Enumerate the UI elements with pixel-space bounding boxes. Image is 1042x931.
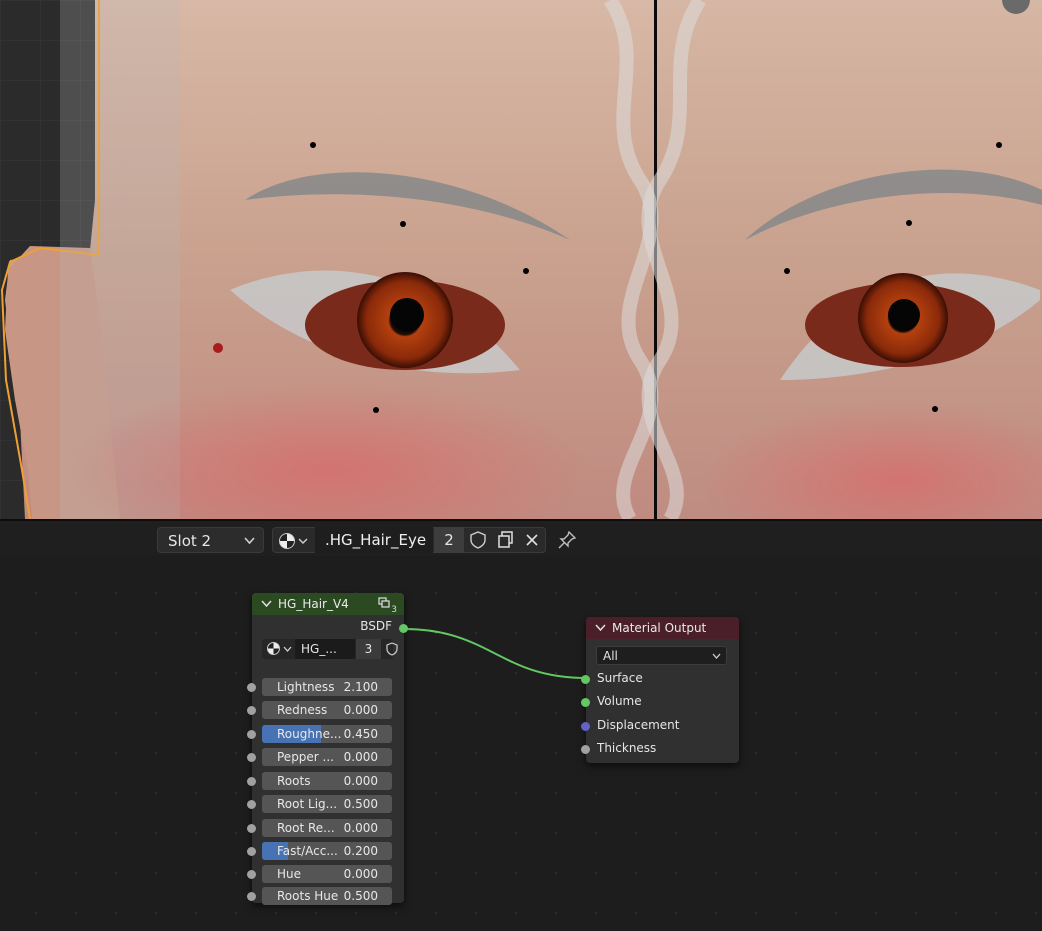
material-user-count[interactable]: 2 — [434, 527, 464, 553]
input-field[interactable]: Root Lig... 0.500 — [262, 795, 392, 813]
shield-icon[interactable] — [382, 639, 402, 659]
input-label: Thickness — [597, 741, 657, 755]
node-editor-header: Slot 2 .HG_Hair_Eye 2 — [0, 521, 1042, 556]
node-group-users: 3 — [391, 605, 397, 615]
node-title: Material Output — [612, 621, 707, 635]
input-socket[interactable] — [247, 824, 256, 833]
input-label: Displacement — [597, 718, 680, 732]
input-socket[interactable] — [581, 698, 590, 707]
input-field[interactable]: Redness 0.000 — [262, 701, 392, 719]
input-socket[interactable] — [581, 675, 590, 684]
input-socket[interactable] — [247, 847, 256, 856]
input-label: Fast/Acc... — [277, 844, 338, 858]
material-name-field[interactable]: .HG_Hair_Eye — [315, 527, 433, 553]
shield-icon[interactable] — [465, 527, 491, 553]
input-field[interactable]: Root Re... 0.000 — [262, 819, 392, 837]
input-field[interactable]: Fast/Acc... 0.200 — [262, 842, 392, 860]
input-socket[interactable] — [247, 753, 256, 762]
close-icon[interactable] — [519, 527, 545, 553]
pin-icon[interactable] — [556, 529, 578, 551]
node-title: HG_Hair_V4 — [278, 597, 349, 611]
input-label: Root Lig... — [277, 797, 338, 811]
input-label: Volume — [597, 694, 642, 708]
node-link-bsdf-surface[interactable] — [403, 628, 587, 679]
node-header[interactable]: Material Output — [586, 617, 739, 639]
input-socket[interactable] — [247, 683, 256, 692]
node-editor-canvas[interactable]: HG_Hair_V4 3 BSDF HG_... 3 Lightness 2.10… — [0, 556, 1042, 931]
chevron-down-icon[interactable] — [283, 640, 292, 661]
input-value: 2.100 — [343, 680, 378, 694]
chevron-down-icon — [712, 647, 721, 673]
node-header[interactable]: HG_Hair_V4 3 — [252, 593, 404, 615]
input-label: Pepper ... — [277, 750, 334, 764]
input-field[interactable]: Roots 0.000 — [262, 772, 392, 790]
input-label: Roots — [277, 774, 311, 788]
node-group-icon[interactable]: 3 — [378, 595, 399, 617]
input-value: 0.000 — [343, 821, 378, 835]
material-slot-dropdown[interactable]: Slot 2 — [157, 527, 264, 553]
chevron-down-icon[interactable] — [595, 617, 606, 647]
node-group-selector: HG_... 3 — [262, 639, 398, 661]
output-target-value: All — [603, 649, 618, 663]
input-value: 0.000 — [343, 750, 378, 764]
input-field[interactable]: Pepper ... 0.000 — [262, 748, 392, 766]
output-label-bsdf: BSDF — [360, 619, 392, 633]
3d-viewport[interactable] — [0, 0, 1042, 519]
input-socket[interactable] — [581, 745, 590, 754]
output-target-dropdown[interactable]: All — [596, 646, 727, 665]
output-socket-bsdf[interactable] — [399, 624, 408, 633]
node-link-layer — [403, 628, 587, 679]
material-selector: .HG_Hair_Eye 2 — [272, 527, 546, 553]
input-socket[interactable] — [247, 730, 256, 739]
chevron-down-icon[interactable] — [261, 593, 272, 623]
input-field[interactable]: Hue 0.000 — [262, 865, 392, 883]
material-sphere-icon[interactable] — [267, 642, 280, 655]
input-label: Root Re... — [277, 821, 335, 835]
input-socket[interactable] — [581, 722, 590, 731]
input-socket[interactable] — [247, 800, 256, 809]
input-label: Lightness — [277, 680, 335, 694]
input-field[interactable]: Roughne... 0.450 — [262, 725, 392, 743]
input-label: Redness — [277, 703, 328, 717]
input-label: Surface — [597, 671, 643, 685]
duplicate-icon[interactable] — [492, 527, 518, 553]
node-group-user-count[interactable]: 3 — [356, 639, 381, 659]
input-field[interactable]: Lightness 2.100 — [262, 678, 392, 696]
input-field[interactable]: Roots Hue 0.500 — [262, 887, 392, 905]
input-label: Roots Hue — [277, 889, 339, 903]
node-group-name-field[interactable]: HG_... — [295, 639, 355, 659]
hair-group-node[interactable]: HG_Hair_V4 3 BSDF HG_... 3 Lightness 2.10… — [247, 593, 408, 905]
input-value: 0.500 — [343, 797, 378, 811]
input-socket[interactable] — [247, 777, 256, 786]
input-value: 0.000 — [343, 774, 378, 788]
input-value: 0.000 — [343, 867, 378, 881]
input-value: 0.500 — [343, 889, 378, 903]
viewport-render — [0, 0, 1042, 519]
input-label: Roughne... — [277, 727, 342, 741]
material-output-node[interactable]: Material Output All Surface Volume Displac… — [581, 617, 739, 763]
input-value: 0.450 — [343, 727, 378, 741]
input-socket[interactable] — [247, 870, 256, 879]
input-label: Hue — [277, 867, 302, 881]
material-sphere-icon[interactable] — [279, 533, 295, 549]
input-value: 0.000 — [343, 703, 378, 717]
material-slot-label: Slot 2 — [168, 532, 212, 550]
input-socket[interactable] — [247, 892, 256, 901]
input-socket[interactable] — [247, 706, 256, 715]
input-value: 0.200 — [343, 844, 378, 858]
